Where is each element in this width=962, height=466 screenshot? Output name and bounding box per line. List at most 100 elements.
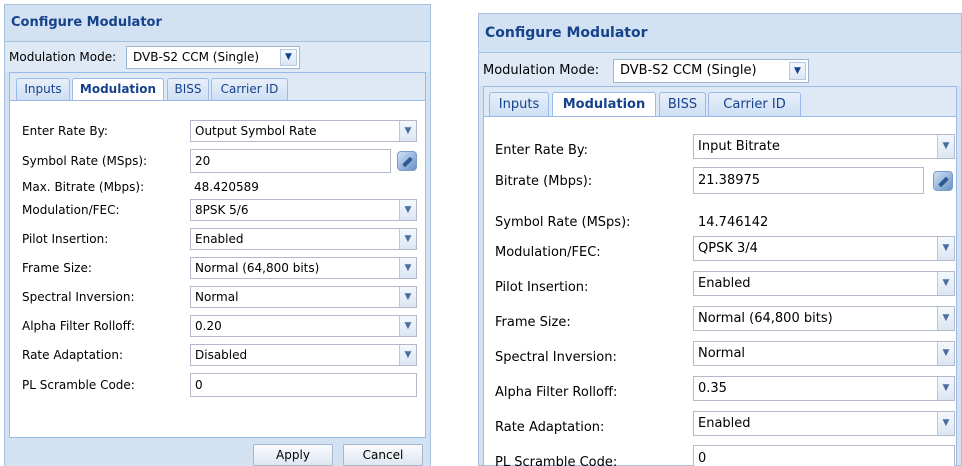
symbol-rate-input[interactable]: 20 bbox=[190, 149, 391, 173]
modulation-fec-select[interactable]: 8PSK 5/6 ▼ bbox=[190, 199, 417, 221]
modulation-mode-value: DVB-S2 CCM (Single) bbox=[133, 50, 260, 64]
spectral-inversion-label: Spectral Inversion: bbox=[22, 290, 135, 304]
pilot-insertion-select[interactable]: Enabled ▼ bbox=[693, 271, 955, 296]
pilot-insertion-value: Enabled bbox=[195, 232, 244, 246]
dialog-title: Configure Modulator bbox=[11, 15, 162, 30]
dialog-footer: Apply Cancel bbox=[5, 438, 430, 466]
chevron-down-icon[interactable]: ▼ bbox=[399, 345, 416, 365]
rate-adaptation-label: Rate Adaptation: bbox=[22, 348, 124, 362]
pilot-insertion-select[interactable]: Enabled ▼ bbox=[190, 228, 417, 250]
chevron-down-icon[interactable]: ▼ bbox=[399, 121, 416, 141]
chevron-down-icon[interactable]: ▼ bbox=[789, 62, 806, 80]
modulation-mode-row: Modulation Mode: DVB-S2 CCM (Single) ▼ bbox=[479, 52, 961, 86]
modulation-mode-select[interactable]: DVB-S2 CCM (Single) ▼ bbox=[613, 59, 809, 83]
spectral-inversion-select[interactable]: Normal ▼ bbox=[693, 341, 955, 366]
frame-size-select[interactable]: Normal (64,800 bits) ▼ bbox=[693, 306, 955, 331]
enter-rate-by-select[interactable]: Input Bitrate ▼ bbox=[693, 134, 955, 159]
rate-adaptation-select[interactable]: Enabled ▼ bbox=[693, 411, 955, 436]
enter-rate-by-label: Enter Rate By: bbox=[495, 143, 589, 158]
spectral-inversion-select[interactable]: Normal ▼ bbox=[190, 286, 417, 308]
modulation-form: Enter Rate By: Output Symbol Rate ▼ Symb… bbox=[9, 100, 426, 438]
bitrate-input[interactable]: 21.38975 bbox=[693, 167, 924, 194]
frame-size-select[interactable]: Normal (64,800 bits) ▼ bbox=[190, 257, 417, 279]
spectral-inversion-value: Normal bbox=[195, 290, 239, 304]
chevron-down-icon[interactable]: ▼ bbox=[937, 237, 954, 260]
alpha-filter-rolloff-value: 0.20 bbox=[195, 319, 222, 333]
field-row: Spectral Inversion: Normal ▼ bbox=[484, 341, 956, 366]
symbol-rate-value: 14.746142 bbox=[698, 215, 769, 230]
field-row: Rate Adaptation: Enabled ▼ bbox=[484, 411, 956, 436]
chevron-down-icon[interactable]: ▼ bbox=[937, 412, 954, 435]
cancel-button[interactable]: Cancel bbox=[343, 444, 423, 466]
modulation-mode-value: DVB-S2 CCM (Single) bbox=[620, 63, 757, 78]
alpha-filter-rolloff-value: 0.35 bbox=[698, 381, 727, 396]
pilot-insertion-label: Pilot Insertion: bbox=[495, 280, 589, 295]
pl-scramble-code-label: PL Scramble Code: bbox=[22, 378, 135, 392]
chevron-down-icon[interactable]: ▼ bbox=[937, 377, 954, 400]
symbol-rate-label: Symbol Rate (MSps): bbox=[22, 154, 148, 168]
chevron-down-icon[interactable]: ▼ bbox=[399, 200, 416, 220]
rate-adaptation-label: Rate Adaptation: bbox=[495, 420, 605, 435]
tab-biss[interactable]: BISS bbox=[167, 78, 209, 100]
tab-modulation[interactable]: Modulation bbox=[72, 78, 164, 102]
symbol-rate-label: Symbol Rate (MSps): bbox=[495, 215, 631, 230]
field-row: Alpha Filter Rolloff: 0.35 ▼ bbox=[484, 376, 956, 401]
spectral-inversion-value: Normal bbox=[698, 346, 746, 361]
pl-scramble-code-input[interactable]: 0 bbox=[693, 445, 955, 466]
field-row: Symbol Rate (MSps): 20 bbox=[10, 149, 425, 173]
field-row: Enter Rate By: Input Bitrate ▼ bbox=[484, 134, 956, 159]
modulation-mode-select[interactable]: DVB-S2 CCM (Single) ▼ bbox=[126, 46, 300, 69]
field-row: Enter Rate By: Output Symbol Rate ▼ bbox=[10, 120, 425, 142]
modulation-fec-select[interactable]: QPSK 3/4 ▼ bbox=[693, 236, 955, 261]
tab-inputs[interactable]: Inputs bbox=[489, 92, 549, 116]
field-row: Frame Size: Normal (64,800 bits) ▼ bbox=[484, 306, 956, 331]
enter-rate-by-value: Output Symbol Rate bbox=[195, 124, 317, 138]
max-bitrate-label: Max. Bitrate (Mbps): bbox=[22, 180, 145, 194]
configure-modulator-dialog-2: Configure Modulator Modulation Mode: DVB… bbox=[478, 13, 962, 466]
chevron-down-icon[interactable]: ▼ bbox=[937, 307, 954, 330]
enter-rate-by-select[interactable]: Output Symbol Rate ▼ bbox=[190, 120, 417, 142]
alpha-filter-rolloff-select[interactable]: 0.20 ▼ bbox=[190, 315, 417, 337]
field-row: Rate Adaptation: Disabled ▼ bbox=[10, 344, 425, 366]
pl-scramble-code-label: PL Scramble Code: bbox=[495, 455, 618, 466]
field-row: Max. Bitrate (Mbps): 48.420589 bbox=[10, 179, 425, 197]
frame-size-value: Normal (64,800 bits) bbox=[698, 311, 833, 326]
tab-biss[interactable]: BISS bbox=[659, 92, 706, 116]
field-row: Symbol Rate (MSps): 14.746142 bbox=[484, 204, 956, 230]
field-row: Modulation/FEC: QPSK 3/4 ▼ bbox=[484, 236, 956, 261]
chevron-down-icon[interactable]: ▼ bbox=[399, 258, 416, 278]
chevron-down-icon[interactable]: ▼ bbox=[937, 135, 954, 158]
field-row: PL Scramble Code: 0 bbox=[10, 373, 425, 397]
pilot-insertion-value: Enabled bbox=[698, 276, 751, 291]
frame-size-label: Frame Size: bbox=[22, 261, 92, 275]
tab-bar: Inputs Modulation BISS Carrier ID bbox=[9, 72, 426, 102]
field-row: Bitrate (Mbps): 21.38975 bbox=[484, 167, 956, 194]
modulation-fec-value: QPSK 3/4 bbox=[698, 241, 758, 256]
calculate-icon[interactable] bbox=[397, 151, 417, 171]
apply-button[interactable]: Apply bbox=[253, 444, 333, 466]
chevron-down-icon[interactable]: ▼ bbox=[399, 229, 416, 249]
tab-inputs[interactable]: Inputs bbox=[16, 78, 70, 100]
frame-size-value: Normal (64,800 bits) bbox=[195, 261, 320, 275]
chevron-down-icon[interactable]: ▼ bbox=[399, 316, 416, 336]
chevron-down-icon[interactable]: ▼ bbox=[937, 342, 954, 365]
pl-scramble-code-input[interactable]: 0 bbox=[190, 373, 417, 397]
tab-carrier-id[interactable]: Carrier ID bbox=[708, 92, 801, 116]
alpha-filter-rolloff-label: Alpha Filter Rolloff: bbox=[495, 385, 618, 400]
field-row: Spectral Inversion: Normal ▼ bbox=[10, 286, 425, 308]
calculate-icon[interactable] bbox=[933, 171, 953, 191]
modulation-form: Enter Rate By: Input Bitrate ▼ Bitrate (… bbox=[483, 116, 957, 466]
bitrate-label: Bitrate (Mbps): bbox=[495, 174, 593, 189]
enter-rate-by-value: Input Bitrate bbox=[698, 139, 780, 154]
rate-adaptation-select[interactable]: Disabled ▼ bbox=[190, 344, 417, 366]
chevron-down-icon[interactable]: ▼ bbox=[399, 287, 416, 307]
modulation-mode-row: Modulation Mode: DVB-S2 CCM (Single) ▼ bbox=[5, 41, 430, 72]
tab-carrier-id[interactable]: Carrier ID bbox=[211, 78, 288, 100]
chevron-down-icon[interactable]: ▼ bbox=[937, 272, 954, 295]
chevron-down-icon[interactable]: ▼ bbox=[280, 49, 297, 66]
field-row: Pilot Insertion: Enabled ▼ bbox=[484, 271, 956, 296]
alpha-filter-rolloff-label: Alpha Filter Rolloff: bbox=[22, 319, 135, 333]
alpha-filter-rolloff-select[interactable]: 0.35 ▼ bbox=[693, 376, 955, 401]
tab-modulation[interactable]: Modulation bbox=[552, 92, 656, 116]
frame-size-label: Frame Size: bbox=[495, 315, 571, 330]
